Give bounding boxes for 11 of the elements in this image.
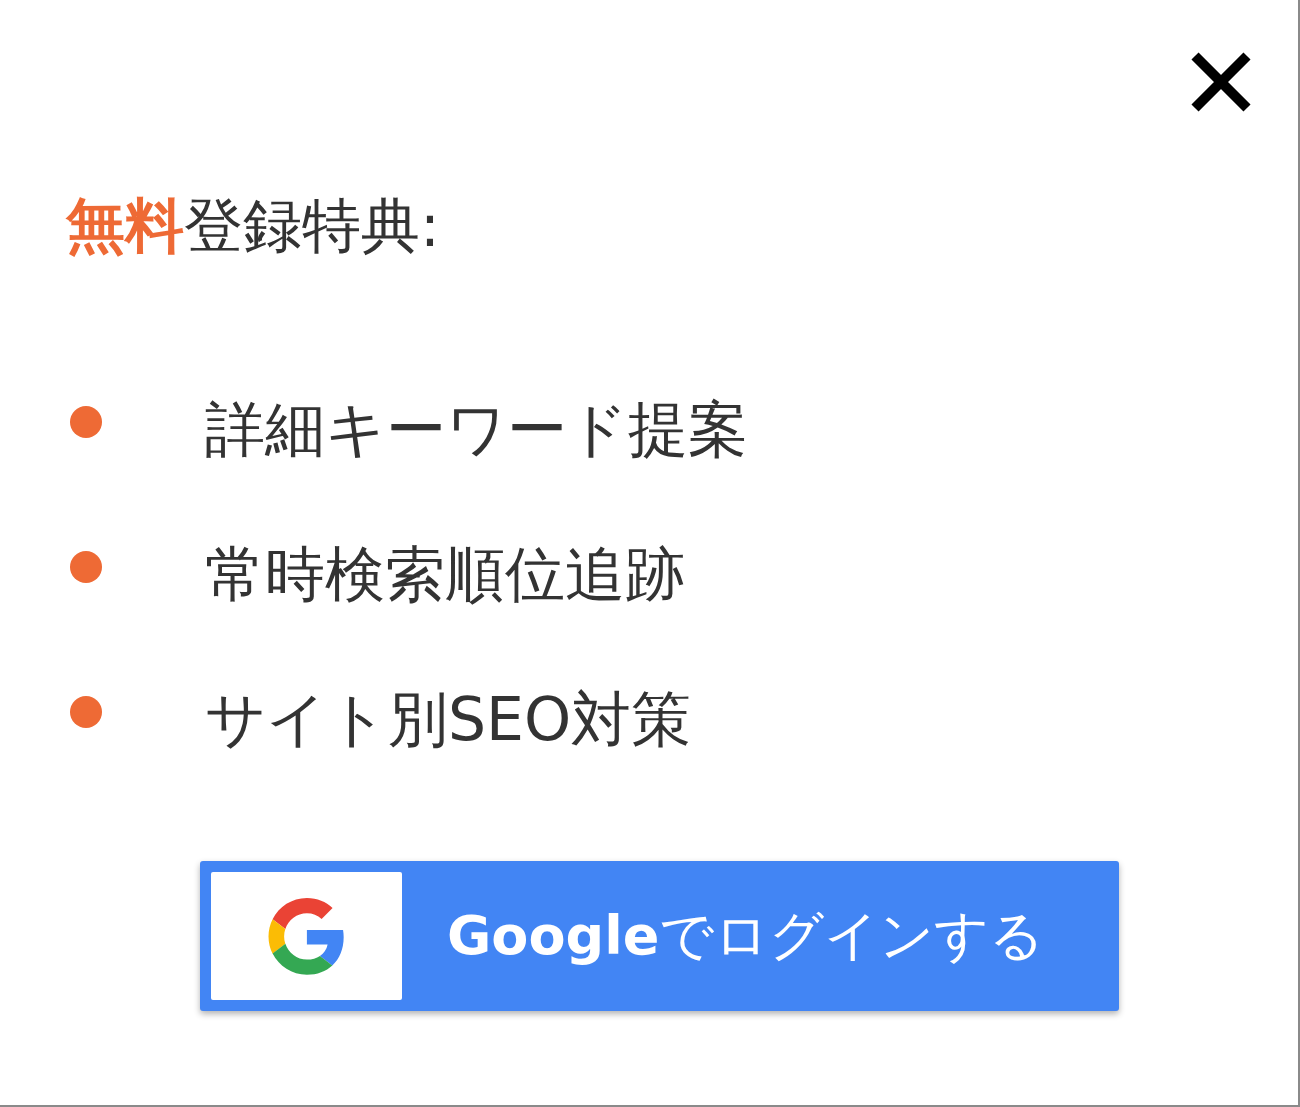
benefits-title: 無料登録特典: — [66, 192, 441, 260]
close-button[interactable] — [1189, 50, 1253, 114]
google-g-icon — [211, 872, 402, 1000]
bullet-icon — [70, 550, 102, 583]
benefit-text: 常時検索順位追跡 — [205, 537, 685, 610]
benefit-text: サイト別SEO対策 — [205, 682, 692, 755]
google-login-button[interactable]: Googleでログインする — [200, 861, 1119, 1011]
bullet-icon — [70, 695, 102, 728]
benefit-text: 詳細キーワード提案 — [205, 392, 748, 465]
close-icon — [1189, 50, 1253, 114]
bullet-icon — [70, 405, 102, 438]
